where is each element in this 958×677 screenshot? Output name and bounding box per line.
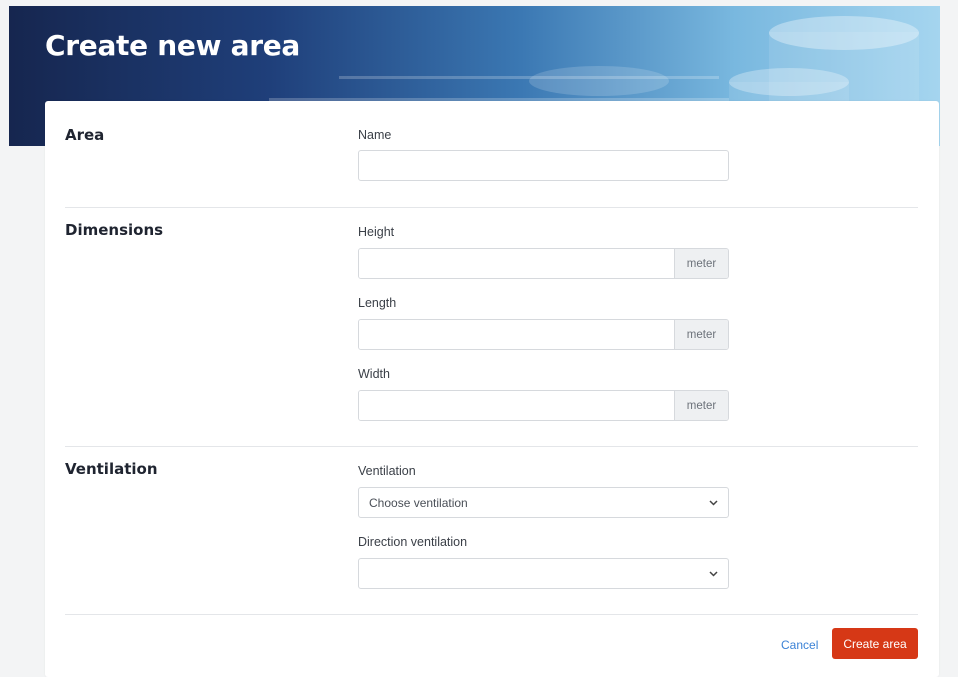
length-unit: meter	[674, 320, 728, 349]
length-label: Length	[358, 296, 397, 310]
section-divider	[65, 207, 918, 208]
height-unit: meter	[674, 249, 728, 278]
section-divider	[65, 446, 918, 447]
section-divider	[65, 614, 918, 615]
direction-ventilation-select[interactable]	[358, 558, 729, 589]
cancel-button[interactable]: Cancel	[781, 638, 818, 652]
page-title: Create new area	[45, 29, 300, 62]
ventilation-label: Ventilation	[358, 464, 416, 478]
banner-decoration	[769, 16, 919, 50]
width-field: meter	[358, 390, 729, 421]
section-title-area: Area	[65, 126, 105, 144]
height-field: meter	[358, 248, 729, 279]
width-label: Width	[358, 367, 390, 381]
create-area-button[interactable]: Create area	[832, 628, 918, 659]
ventilation-selected-value: Choose ventilation	[369, 495, 468, 510]
height-label: Height	[358, 225, 395, 239]
chevron-down-icon	[708, 498, 718, 508]
form-card: Area Name Dimensions Height meter Length…	[45, 101, 939, 677]
name-label: Name	[358, 128, 392, 142]
name-input[interactable]	[358, 150, 729, 181]
banner-decoration	[529, 66, 669, 96]
section-title-ventilation: Ventilation	[65, 460, 158, 478]
direction-ventilation-label: Direction ventilation	[358, 535, 468, 549]
banner-decoration	[729, 68, 849, 96]
height-input[interactable]	[359, 249, 674, 278]
length-input[interactable]	[359, 320, 674, 349]
width-input[interactable]	[359, 391, 674, 420]
ventilation-select[interactable]: Choose ventilation	[358, 487, 729, 518]
section-title-dimensions: Dimensions	[65, 221, 164, 239]
width-unit: meter	[674, 391, 728, 420]
banner-decoration	[339, 76, 719, 79]
chevron-down-icon	[708, 569, 718, 579]
length-field: meter	[358, 319, 729, 350]
